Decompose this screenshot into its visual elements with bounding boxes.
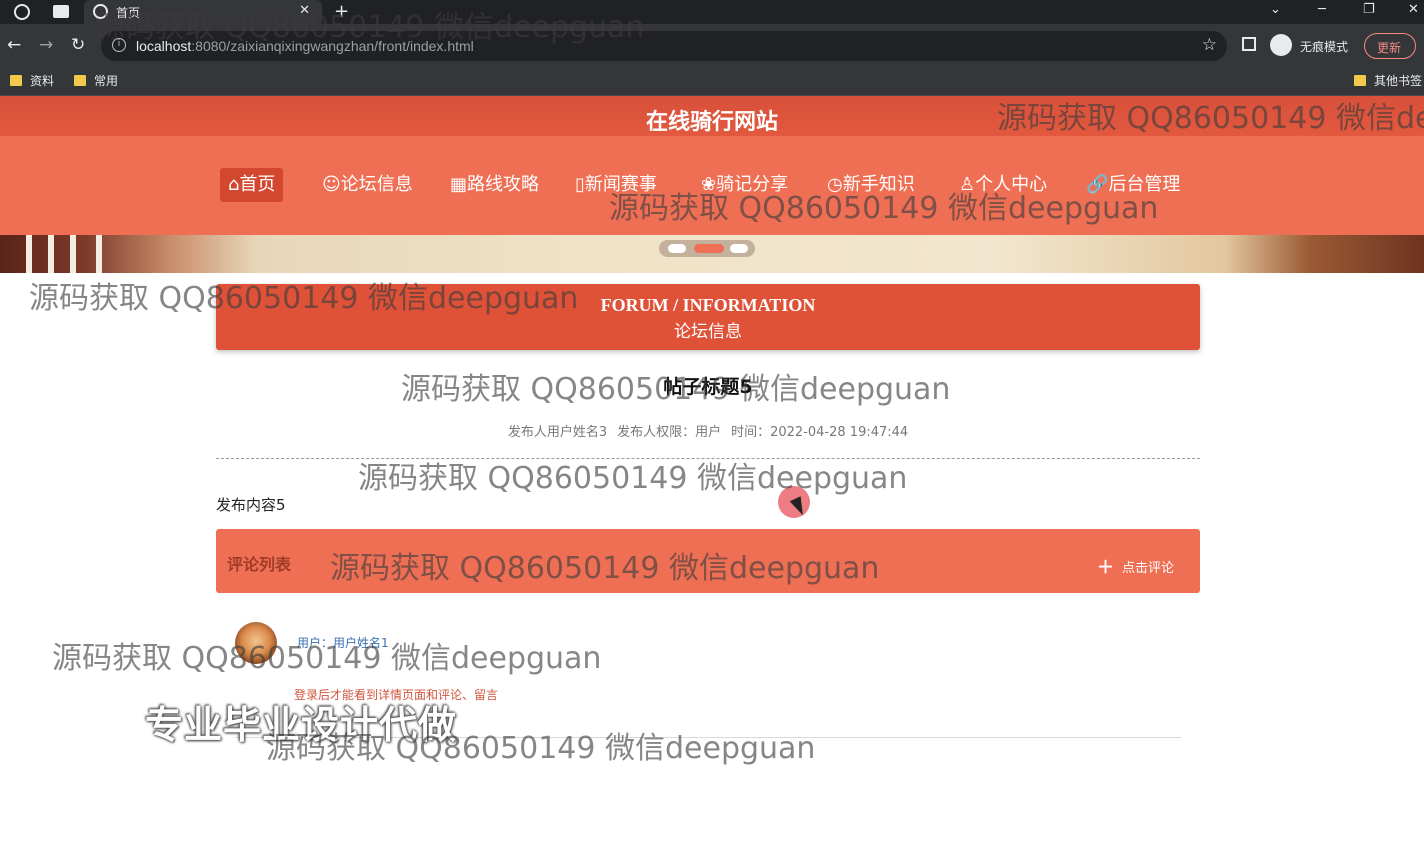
forward-arrow-icon[interactable]: → — [39, 35, 53, 55]
folder-icon — [74, 75, 86, 86]
new-tab-button[interactable]: + — [334, 1, 349, 22]
nav-item-admin[interactable]: 🔗后台管理 — [1078, 168, 1188, 202]
browser-toolbar: ← → ↻ i localhost:8080/zaixianqixingwang… — [0, 24, 1424, 68]
link-icon: 🔗 — [1086, 174, 1109, 195]
plus-icon: ＋ — [1096, 558, 1114, 578]
post-time: 时间：2022-04-28 19:47:44 — [731, 425, 909, 440]
home-icon: ⌂ — [228, 174, 240, 195]
forum-heading-en: FORUM / INFORMATION — [600, 295, 816, 315]
nav-item-route[interactable]: ▦路线攻略 — [442, 168, 547, 202]
add-comment-button[interactable]: ＋点击评论 — [1097, 553, 1174, 578]
banner-decoration — [26, 235, 32, 273]
minimize-icon[interactable]: ─ — [1318, 2, 1326, 17]
post-content: 发布内容5 — [216, 496, 286, 514]
route-icon: ▦ — [450, 174, 468, 195]
restore-icon[interactable]: ❐ — [1363, 2, 1375, 17]
post-role: 发布人权限：用户 — [617, 425, 722, 440]
post-publisher: 发布人用户姓名3 — [507, 425, 608, 440]
forum-heading-cn: 论坛信息 — [674, 322, 742, 342]
forum-icon: ☺ — [322, 174, 341, 195]
address-bar[interactable]: i localhost:8080/zaixianqixingwangzhan/f… — [101, 31, 1227, 61]
site-title: 在线骑行网站 — [645, 110, 778, 135]
banner-decoration — [96, 235, 102, 273]
nav-item-knowledge[interactable]: ◷新手知识 — [819, 168, 923, 202]
incognito-icon[interactable] — [1270, 34, 1292, 56]
post-meta: 发布人用户姓名3 发布人权限：用户 时间：2022-04-28 19:47:44 — [0, 421, 1416, 440]
banner-decoration — [48, 235, 54, 273]
divider — [216, 458, 1200, 459]
back-arrow-icon[interactable]: ← — [7, 35, 21, 55]
close-window-icon[interactable]: ✕ — [1408, 2, 1419, 17]
reload-icon[interactable]: ↻ — [71, 35, 85, 55]
incognito-label[interactable]: 无痕模式 — [1300, 38, 1348, 55]
info-icon[interactable]: i — [112, 38, 126, 52]
folder-icon — [1354, 75, 1366, 86]
tab-title: 首页 — [116, 6, 141, 20]
browser-tab-bar: 首页 ✕ + ⌄ ─ ❐ ✕ — [0, 0, 1424, 24]
tab-favicon-icon — [93, 4, 108, 19]
bookmarks-bar: 资料 常用 其他书签 — [0, 68, 1424, 96]
share-icon: ❀ — [701, 174, 717, 195]
comment-user: 用户：用户姓名1 — [297, 636, 389, 650]
nav-item-forum[interactable]: ☺论坛信息 — [314, 168, 421, 202]
carousel-indicators — [659, 240, 755, 257]
tab-close-icon[interactable]: ✕ — [299, 3, 310, 18]
forum-heading: FORUM / INFORMATION 论坛信息 — [216, 284, 1200, 350]
url-text[interactable]: localhost:8080/zaixianqixingwangzhan/fro… — [136, 38, 474, 54]
nav-item-user-center[interactable]: ♙个人中心 — [951, 168, 1055, 202]
knowledge-icon: ◷ — [827, 174, 843, 195]
carousel-dot[interactable] — [668, 244, 686, 253]
bookmark-folder-ziliao[interactable]: 资料 — [10, 72, 54, 89]
sidepanel-icon[interactable] — [1242, 37, 1256, 51]
carousel-dot[interactable] — [730, 244, 748, 253]
news-icon: ▯ — [575, 174, 585, 195]
user-icon: ♙ — [959, 174, 976, 195]
watermark: 源码获取 QQ86050149 微信deepguan — [358, 461, 908, 496]
folder-icon — [10, 75, 22, 86]
tab-switch-icon[interactable] — [53, 5, 69, 18]
bookmark-folder-other[interactable]: 其他书签 — [1354, 72, 1422, 89]
active-tab[interactable]: 首页 ✕ — [84, 0, 322, 24]
comment-list-bar: 评论列表 ＋点击评论 — [216, 529, 1200, 593]
nav-item-news[interactable]: ▯新闻赛事 — [567, 168, 665, 202]
nav-item-home[interactable]: ⌂首页 — [220, 168, 284, 202]
post-title: 帖子标题5 — [663, 376, 753, 398]
avatar — [235, 622, 277, 664]
browser-globe-icon[interactable] — [14, 4, 30, 20]
star-icon[interactable]: ☆ — [1202, 35, 1217, 55]
tab-search-icon[interactable]: ⌄ — [1270, 2, 1281, 17]
comment-list-title: 评论列表 — [227, 555, 292, 574]
nav-item-share[interactable]: ❀骑记分享 — [693, 168, 796, 202]
bookmark-folder-changyong[interactable]: 常用 — [74, 72, 118, 89]
banner-decoration — [70, 235, 76, 273]
site-header: 在线骑行网站 ⌂首页 ☺论坛信息 ▦路线攻略 ▯新闻赛事 ❀骑记分享 ◷新手知识… — [0, 96, 1424, 235]
carousel-dot-active[interactable] — [694, 244, 724, 253]
update-button[interactable]: 更新 — [1364, 33, 1416, 59]
promo-overlay-text: 专业毕业设计代做 — [145, 703, 458, 747]
